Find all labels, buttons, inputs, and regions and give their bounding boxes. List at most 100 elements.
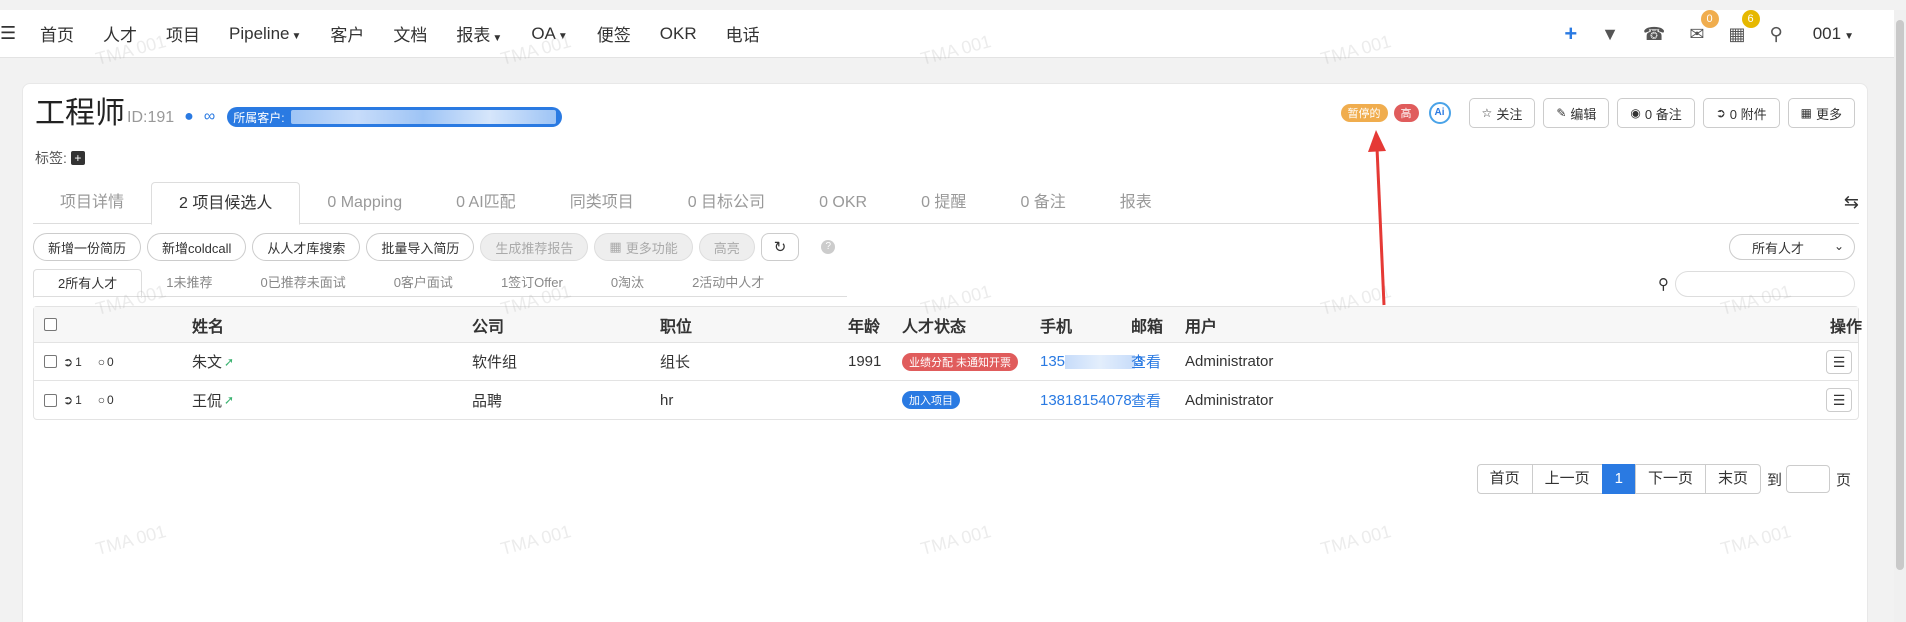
select-all-checkbox[interactable] (44, 318, 57, 331)
tab-mapping[interactable]: 0 Mapping (300, 182, 429, 224)
nav-clients[interactable]: 客户 (330, 21, 364, 46)
header-status[interactable]: 人才状态 (902, 307, 966, 342)
shirt-icon[interactable]: ▼ (1601, 24, 1619, 45)
calendar-icon[interactable]: ▦ 6 (1729, 9, 1760, 45)
more-functions-button[interactable]: ▦ 更多功能 (594, 233, 693, 261)
client-tag[interactable]: 所属客户: (227, 107, 562, 127)
attachments-button[interactable]: ➲ 0 附件 (1702, 98, 1780, 128)
candidate-name-cell[interactable]: 王侃 ➚ (192, 381, 234, 419)
nav-oa[interactable]: OA ▼ (531, 24, 567, 44)
phone-icon[interactable]: ☎ (1643, 24, 1665, 45)
row-checkbox[interactable] (44, 355, 57, 368)
subtab-eliminated[interactable]: 0淘汰 (587, 269, 668, 297)
row-menu-button[interactable]: ☰ (1826, 388, 1852, 412)
edit-label: 编辑 (1570, 106, 1597, 122)
page-next-button[interactable]: 下一页 (1634, 464, 1706, 494)
ai-icon[interactable]: Ai (1428, 102, 1451, 124)
notes-button[interactable]: ◉ 0 备注 (1617, 98, 1695, 128)
header-age[interactable]: 年龄 (848, 307, 880, 342)
page-last-button[interactable]: 末页 (1704, 464, 1761, 494)
candidate-phone[interactable]: 135 3 (1040, 343, 1143, 380)
nav-notes[interactable]: 便签 (597, 21, 631, 46)
tab-reports[interactable]: 报表 (1093, 182, 1179, 224)
subtab-all[interactable]: 2所有人才 (33, 269, 143, 298)
more-button[interactable]: ▦ 更多 (1787, 98, 1855, 128)
tab-project-details[interactable]: 项目详情 (33, 182, 151, 224)
tab-okr[interactable]: 0 OKR (792, 182, 894, 224)
subtab-recommended-no-interview[interactable]: 0已推荐未面试 (236, 269, 369, 297)
swap-icon[interactable]: ⇆ (1844, 192, 1859, 213)
goto-page-input[interactable] (1785, 465, 1830, 493)
subtab-not-recommended[interactable]: 1未推荐 (142, 269, 236, 297)
add-resume-button[interactable]: 新增一份简历 (33, 233, 142, 261)
generate-report-button[interactable]: 生成推荐报告 (480, 233, 589, 261)
add-coldcall-button[interactable]: 新增coldcall (147, 233, 247, 261)
candidate-name[interactable]: 王侃 (192, 390, 222, 411)
page-first-button[interactable]: 首页 (1476, 464, 1533, 494)
subtab-offer[interactable]: 1签订Offer (477, 269, 587, 297)
candidate-phone[interactable]: 13818154078 (1040, 381, 1132, 419)
subtab-active[interactable]: 2活动中人才 (668, 269, 788, 297)
refresh-button[interactable]: ↻ (760, 233, 800, 261)
row-checkbox[interactable] (44, 393, 57, 407)
nav-phone[interactable]: 电话 (726, 21, 760, 46)
follow-button[interactable]: ☆ 关注 (1468, 98, 1536, 128)
tab-ai-match[interactable]: 0 AI匹配 (429, 182, 543, 224)
edit-button[interactable]: ✎ 编辑 (1543, 98, 1610, 128)
comment-icon[interactable]: ○ (98, 393, 105, 407)
search-icon[interactable]: ⚲ (1770, 24, 1783, 45)
page-scrollbar[interactable] (1894, 10, 1906, 622)
grid-icon: ▦ (609, 239, 622, 254)
wechat-icon[interactable]: ● (184, 108, 194, 126)
bulk-import-button[interactable]: 批量导入简历 (366, 233, 475, 261)
header-name[interactable]: 姓名 (192, 307, 224, 342)
table-header: 姓名 公司 职位 年龄 人才状态 手机 邮箱 用户 操作 (34, 307, 1862, 343)
hamburger-menu-icon[interactable]: ☰ (0, 23, 20, 44)
page-current-button[interactable]: 1 (1601, 464, 1636, 494)
header-position[interactable]: 职位 (660, 307, 692, 342)
header-phone[interactable]: 手机 (1040, 307, 1072, 342)
title-row: 工程师 ID:191 ● ∞ 所属客户: (35, 96, 562, 132)
tab-target-companies[interactable]: 0 目标公司 (661, 182, 792, 224)
add-tag-icon[interactable]: + (70, 151, 85, 165)
nav-projects[interactable]: 项目 (166, 21, 200, 46)
refresh-icon: ↻ (773, 239, 787, 256)
nav-talent[interactable]: 人才 (103, 21, 137, 46)
nav-reports[interactable]: 报表 ▼ (456, 21, 502, 46)
highlight-button[interactable]: 高亮 (698, 233, 755, 261)
header-email[interactable]: 邮箱 (1131, 307, 1163, 342)
tab-notes[interactable]: 0 备注 (993, 182, 1092, 224)
link-icon[interactable]: ∞ (204, 108, 215, 126)
nav-home[interactable]: 首页 (40, 21, 74, 46)
candidate-name-cell[interactable]: 朱文 ➚ (192, 343, 234, 380)
search-talent-pool-button[interactable]: 从人才库搜索 (252, 233, 361, 261)
comment-icon[interactable]: ○ (98, 355, 105, 369)
plus-icon[interactable]: + (1564, 21, 1577, 47)
status-cell: 加入项目 (902, 381, 960, 419)
header-user[interactable]: 用户 (1185, 307, 1217, 342)
external-link-icon[interactable]: ➚ (224, 355, 234, 369)
tab-similar-projects[interactable]: 同类项目 (543, 182, 661, 224)
nav-pipeline[interactable]: Pipeline ▼ (229, 24, 301, 44)
view-email-link[interactable]: 查看 (1131, 381, 1161, 419)
nav-okr[interactable]: OKR (660, 24, 697, 44)
subtab-client-interview[interactable]: 0客户面试 (370, 269, 477, 297)
user-menu[interactable]: 001 ▼ (1813, 24, 1854, 44)
view-email-link[interactable]: 查看 (1131, 343, 1161, 380)
candidate-search-input[interactable] (1675, 271, 1855, 297)
page-prev-button[interactable]: 上一页 (1531, 464, 1603, 494)
status-badge[interactable]: 加入项目 (902, 391, 960, 409)
row-menu-button[interactable]: ☰ (1826, 349, 1852, 374)
nav-documents[interactable]: 文档 (393, 21, 427, 46)
scrollbar-thumb[interactable] (1896, 20, 1904, 570)
header-company[interactable]: 公司 (472, 307, 504, 342)
tab-candidates[interactable]: 2 项目候选人 (151, 182, 301, 225)
phone-start: 135 (1040, 353, 1066, 370)
status-badge[interactable]: 业绩分配 未通知开票 (902, 352, 1019, 371)
talent-filter-select[interactable]: 所有人才 ⌄ (1729, 234, 1855, 260)
tab-reminders[interactable]: 0 提醒 (894, 182, 993, 224)
help-icon[interactable]: ? (821, 240, 836, 254)
candidate-name[interactable]: 朱文 (192, 351, 222, 372)
mail-icon[interactable]: ✉ 0 (1689, 9, 1719, 45)
external-link-icon[interactable]: ➚ (224, 393, 234, 407)
